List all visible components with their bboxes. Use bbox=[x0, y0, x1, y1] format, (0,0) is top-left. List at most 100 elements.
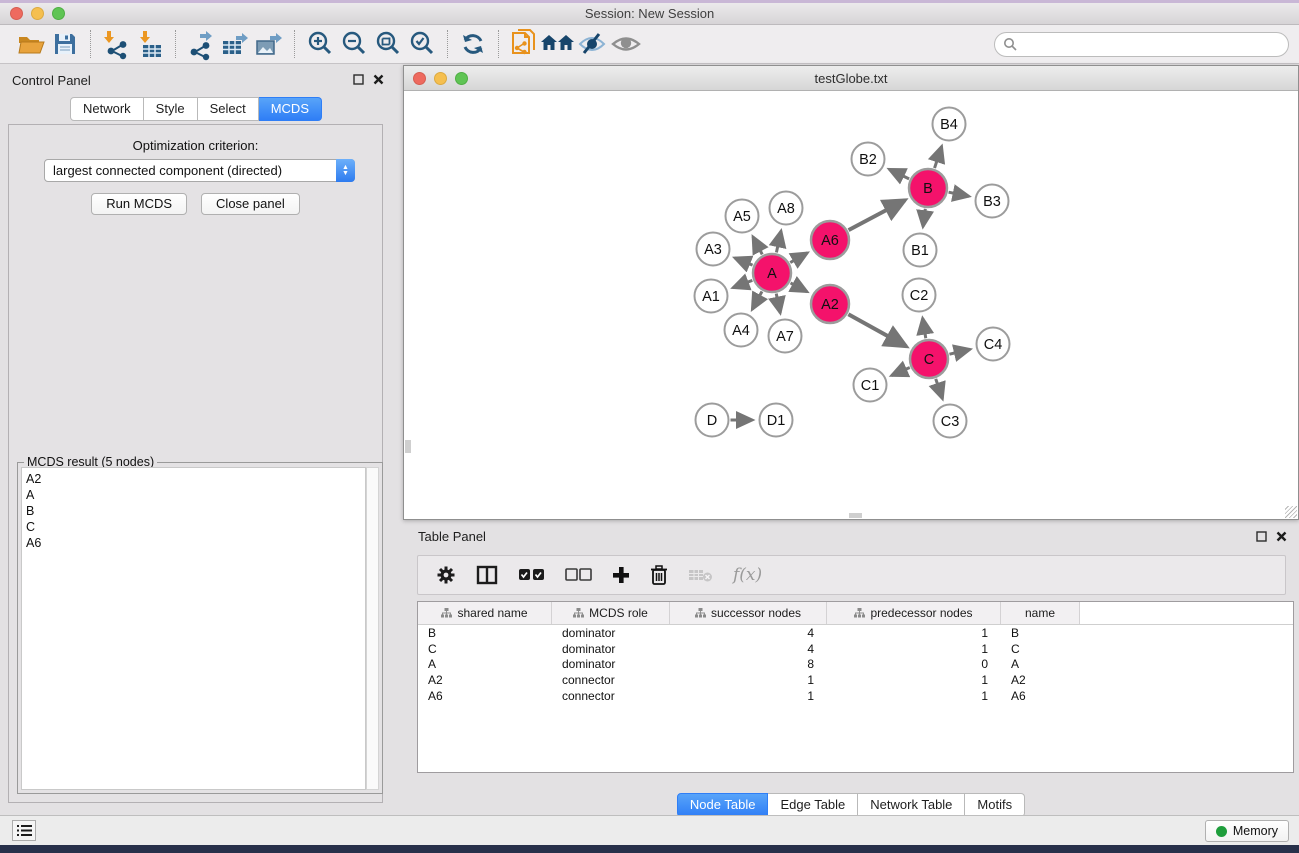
graph-node-C[interactable]: C bbox=[910, 340, 948, 378]
table-tab-motifs[interactable]: Motifs bbox=[965, 793, 1025, 817]
cell-shared-name[interactable]: A2 bbox=[418, 673, 552, 687]
network-canvas[interactable]: B4B2BB3A5A8A6B1A3AA1C2A2A4A7C4CC1C3DD1 bbox=[404, 91, 1298, 519]
show-all-eye-icon[interactable] bbox=[609, 29, 643, 59]
cell-name[interactable]: C bbox=[1001, 642, 1080, 656]
graph-node-A4[interactable]: A4 bbox=[725, 314, 758, 347]
table-row[interactable]: Cdominator41C bbox=[418, 641, 1293, 657]
cell-successor-nodes[interactable]: 1 bbox=[670, 673, 827, 687]
edge-A2-C[interactable] bbox=[848, 314, 906, 346]
cell-name[interactable]: B bbox=[1001, 626, 1080, 640]
cell-MCDS-role[interactable]: dominator bbox=[552, 642, 670, 656]
column-header-name[interactable]: name bbox=[1001, 602, 1080, 624]
zoom-in-icon[interactable] bbox=[303, 29, 337, 59]
edge-B-B4[interactable] bbox=[935, 146, 942, 168]
edge-B-B1[interactable] bbox=[923, 209, 925, 227]
edge-A-A4[interactable] bbox=[752, 291, 762, 309]
cell-predecessor-nodes[interactable]: 1 bbox=[827, 673, 1001, 687]
result-list-item[interactable]: A2 bbox=[26, 471, 365, 487]
cell-predecessor-nodes[interactable]: 1 bbox=[827, 626, 1001, 640]
cell-MCDS-role[interactable]: dominator bbox=[552, 626, 670, 640]
search-input[interactable] bbox=[1018, 37, 1288, 52]
graph-node-C3[interactable]: C3 bbox=[934, 405, 967, 438]
mcds-result-list[interactable]: A2ABCA6 bbox=[21, 467, 366, 790]
graph-node-B4[interactable]: B4 bbox=[933, 108, 966, 141]
graph-node-D[interactable]: D bbox=[696, 404, 729, 437]
edge-A-A1[interactable] bbox=[733, 280, 752, 287]
horizontal-scrollbar-thumb[interactable] bbox=[849, 513, 862, 518]
edge-A6-B[interactable] bbox=[849, 200, 905, 230]
table-row[interactable]: A2connector11A2 bbox=[418, 672, 1293, 688]
refresh-layout-icon[interactable] bbox=[456, 29, 490, 59]
home-views-icon[interactable] bbox=[541, 29, 575, 59]
edge-A-A5[interactable] bbox=[753, 237, 762, 255]
network-window-titlebar[interactable]: testGlobe.txt bbox=[404, 66, 1298, 91]
cell-shared-name[interactable]: A6 bbox=[418, 689, 552, 703]
table-row[interactable]: Bdominator41B bbox=[418, 625, 1293, 641]
edge-B-B3[interactable] bbox=[949, 192, 969, 196]
graph-node-A3[interactable]: A3 bbox=[697, 233, 730, 266]
column-header-successor-nodes[interactable]: successor nodes bbox=[670, 602, 827, 624]
cell-shared-name[interactable]: A bbox=[418, 657, 552, 671]
graph-node-C4[interactable]: C4 bbox=[977, 328, 1010, 361]
run-mcds-button[interactable]: Run MCDS bbox=[91, 193, 187, 215]
graph-node-D1[interactable]: D1 bbox=[760, 404, 793, 437]
open-session-icon[interactable] bbox=[14, 29, 48, 59]
result-list-item[interactable]: A bbox=[26, 487, 365, 503]
zoom-out-icon[interactable] bbox=[337, 29, 371, 59]
cell-shared-name[interactable]: C bbox=[418, 642, 552, 656]
cell-successor-nodes[interactable]: 4 bbox=[670, 642, 827, 656]
cell-predecessor-nodes[interactable]: 1 bbox=[827, 689, 1001, 703]
export-table-icon[interactable] bbox=[218, 29, 252, 59]
table-tab-edge-table[interactable]: Edge Table bbox=[768, 793, 858, 817]
table-settings-gear-icon[interactable] bbox=[436, 565, 456, 585]
show-column-icon[interactable] bbox=[476, 565, 498, 585]
hide-selected-eye-icon[interactable] bbox=[575, 29, 609, 59]
edge-C-C1[interactable] bbox=[892, 367, 910, 375]
cell-name[interactable]: A6 bbox=[1001, 689, 1080, 703]
control-tab-network[interactable]: Network bbox=[70, 97, 144, 121]
cell-predecessor-nodes[interactable]: 0 bbox=[827, 657, 1001, 671]
add-column-icon[interactable] bbox=[612, 566, 630, 584]
search-field[interactable] bbox=[994, 32, 1289, 57]
cell-shared-name[interactable]: B bbox=[418, 626, 552, 640]
memory-button[interactable]: Memory bbox=[1205, 820, 1289, 842]
float-table-panel-icon[interactable] bbox=[1256, 531, 1267, 542]
edge-A-A3[interactable] bbox=[735, 258, 753, 265]
delete-column-trash-icon[interactable] bbox=[650, 565, 668, 585]
graph-node-A8[interactable]: A8 bbox=[770, 192, 803, 225]
result-list-item[interactable]: A6 bbox=[26, 535, 365, 551]
save-session-icon[interactable] bbox=[48, 29, 82, 59]
cell-MCDS-role[interactable]: connector bbox=[552, 689, 670, 703]
close-table-panel-icon[interactable] bbox=[1276, 531, 1287, 542]
edge-B-B2[interactable] bbox=[889, 169, 909, 179]
window-resize-grip[interactable] bbox=[1285, 506, 1297, 518]
graph-node-B3[interactable]: B3 bbox=[976, 185, 1009, 218]
graph-node-C2[interactable]: C2 bbox=[903, 279, 936, 312]
cell-successor-nodes[interactable]: 8 bbox=[670, 657, 827, 671]
graph-node-B2[interactable]: B2 bbox=[852, 143, 885, 176]
import-table-icon[interactable] bbox=[133, 29, 167, 59]
cell-MCDS-role[interactable]: connector bbox=[552, 673, 670, 687]
table-row[interactable]: A6connector11A6 bbox=[418, 688, 1293, 704]
export-image-icon[interactable] bbox=[252, 29, 286, 59]
column-header-predecessor-nodes[interactable]: predecessor nodes bbox=[827, 602, 1001, 624]
control-tab-mcds[interactable]: MCDS bbox=[259, 97, 322, 121]
graph-node-A[interactable]: A bbox=[753, 254, 791, 292]
control-tab-select[interactable]: Select bbox=[198, 97, 259, 121]
export-network-icon[interactable] bbox=[184, 29, 218, 59]
import-network-icon[interactable] bbox=[99, 29, 133, 59]
cell-successor-nodes[interactable]: 1 bbox=[670, 689, 827, 703]
edge-A-A2[interactable] bbox=[791, 283, 808, 292]
edge-A-A8[interactable] bbox=[776, 231, 781, 252]
graph-node-A2[interactable]: A2 bbox=[811, 285, 849, 323]
graph-node-A6[interactable]: A6 bbox=[811, 221, 849, 259]
graph-node-A1[interactable]: A1 bbox=[695, 280, 728, 313]
column-header-shared-name[interactable]: shared name bbox=[418, 602, 552, 624]
result-list-item[interactable]: C bbox=[26, 519, 365, 535]
edge-C-C3[interactable] bbox=[936, 379, 943, 399]
vertical-scrollbar-thumb[interactable] bbox=[405, 440, 411, 453]
table-tab-network-table[interactable]: Network Table bbox=[858, 793, 965, 817]
graph-node-C1[interactable]: C1 bbox=[854, 369, 887, 402]
graph-node-B[interactable]: B bbox=[909, 169, 947, 207]
cell-name[interactable]: A2 bbox=[1001, 673, 1080, 687]
